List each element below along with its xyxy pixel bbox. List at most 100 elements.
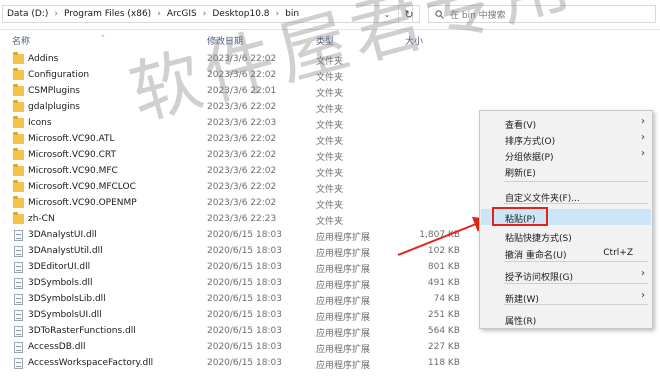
folder-row[interactable]: Microsoft.VC90.OPENMP 2023/3/6 22:02 文件夹 bbox=[0, 196, 470, 212]
menu-item[interactable]: 排序方式(O) › bbox=[481, 131, 651, 147]
breadcrumb-bin[interactable]: bin bbox=[285, 9, 299, 19]
file-date: 2020/6/15 18:03 bbox=[207, 294, 282, 304]
menu-item[interactable]: 新建(W) › bbox=[481, 289, 651, 305]
chevron-right-icon[interactable]: › bbox=[276, 9, 280, 19]
folder-icon bbox=[13, 164, 24, 176]
file-name: Configuration bbox=[28, 70, 90, 80]
chevron-right-icon: › bbox=[641, 116, 645, 127]
dll-file-icon bbox=[14, 326, 23, 337]
file-size: 251 KB bbox=[427, 310, 460, 320]
file-date: 2023/3/6 22:02 bbox=[207, 54, 277, 64]
breadcrumb-drive[interactable]: Data (D:) bbox=[7, 9, 48, 19]
file-date: 2023/3/6 22:02 bbox=[207, 198, 277, 208]
folder-icon bbox=[13, 68, 24, 80]
file-row[interactable]: AccessWorkspaceFactory.dll 2020/6/15 18:0… bbox=[0, 356, 470, 372]
folder-row[interactable]: Microsoft.VC90.MFC 2023/3/6 22:02 文件夹 bbox=[0, 164, 470, 180]
breadcrumb[interactable]: Data (D:) › Program Files (x86) › ArcGIS… bbox=[2, 5, 413, 23]
file-row[interactable]: 3DSymbols.dll 2020/6/15 18:03 应用程序扩展 491 KB bbox=[0, 276, 470, 292]
menu-separator bbox=[504, 283, 648, 284]
file-name: gdalplugins bbox=[28, 102, 80, 112]
chevron-right-icon: › bbox=[641, 148, 645, 159]
dll-file-icon bbox=[14, 294, 23, 305]
refresh-button[interactable]: ↻ bbox=[398, 5, 420, 23]
folder-row[interactable]: gdalplugins 2023/3/6 22:02 文件夹 bbox=[0, 100, 470, 116]
file-row[interactable]: 3DAnalystUI.dll 2020/6/15 18:03 应用程序扩展 1,80… bbox=[0, 228, 470, 244]
chevron-right-icon[interactable]: › bbox=[157, 9, 161, 19]
file-row[interactable]: 3DAnalystUtil.dll 2020/6/15 18:03 应用程序扩展 10… bbox=[0, 244, 470, 260]
dll-file-icon bbox=[14, 278, 23, 289]
file-row[interactable]: 3DEditorUI.dll 2020/6/15 18:03 应用程序扩展 801 K… bbox=[0, 260, 470, 276]
folder-row[interactable]: Configuration 2023/3/6 22:02 文件夹 bbox=[0, 68, 470, 84]
menu-item-label: 刷新(E) bbox=[505, 169, 536, 179]
file-size: 491 KB bbox=[427, 278, 460, 288]
file-type: 应用程序扩展 bbox=[316, 313, 371, 323]
file-row[interactable]: 3DSymbolsLib.dll 2020/6/15 18:03 应用程序扩展 74 … bbox=[0, 292, 470, 308]
chevron-right-icon: › bbox=[641, 290, 645, 301]
chevron-right-icon[interactable]: › bbox=[54, 9, 58, 19]
file-name: AccessWorkspaceFactory.dll bbox=[28, 358, 154, 368]
file-type: 文件夹 bbox=[316, 137, 344, 147]
menu-item-label: 授予访问权限(G) bbox=[505, 273, 573, 283]
file-type: 文件夹 bbox=[316, 153, 344, 163]
file-date: 2020/6/15 18:03 bbox=[207, 230, 282, 240]
file-date: 2020/6/15 18:03 bbox=[207, 342, 282, 352]
folder-icon bbox=[13, 52, 24, 64]
breadcrumb-arcgis[interactable]: ArcGIS bbox=[167, 9, 197, 19]
folder-row[interactable]: Addins 2023/3/6 22:02 文件夹 bbox=[0, 52, 470, 68]
file-type: 应用程序扩展 bbox=[316, 345, 371, 355]
menu-item[interactable]: 分组依据(P) › bbox=[481, 147, 651, 163]
file-row[interactable]: 3DSymbolsUI.dll 2020/6/15 18:03 应用程序扩展 251 … bbox=[0, 308, 470, 324]
file-type: 文件夹 bbox=[316, 217, 344, 227]
folder-row[interactable]: Microsoft.VC90.ATL 2023/3/6 22:02 文件夹 bbox=[0, 132, 470, 148]
column-name[interactable]: 名称 bbox=[12, 34, 30, 47]
file-date: 2023/3/6 22:03 bbox=[207, 118, 277, 128]
folder-row[interactable]: Microsoft.VC90.MFCLOC 2023/3/6 22:02 文件夹 bbox=[0, 180, 470, 196]
file-type: 应用程序扩展 bbox=[316, 265, 371, 275]
menu-item-label: 分组依据(P) bbox=[505, 153, 554, 163]
menu-separator bbox=[504, 203, 648, 204]
breadcrumb-desktop[interactable]: Desktop10.8 bbox=[212, 9, 269, 19]
folder-row[interactable]: CSMPlugins 2023/3/6 22:01 文件夹 bbox=[0, 84, 470, 100]
folder-icon bbox=[13, 196, 24, 208]
file-name: AccessDB.dll bbox=[28, 342, 86, 352]
menu-item[interactable]: 粘贴快捷方式(S) bbox=[481, 228, 651, 244]
menu-item[interactable]: 刷新(E) bbox=[481, 163, 651, 179]
menu-item[interactable]: 授予访问权限(G) › bbox=[481, 267, 651, 283]
dll-file-icon bbox=[14, 230, 23, 241]
folder-row[interactable]: zh-CN 2023/3/6 22:23 文件夹 bbox=[0, 212, 470, 228]
file-name: Icons bbox=[28, 118, 52, 128]
file-type: 应用程序扩展 bbox=[316, 329, 371, 339]
column-size[interactable]: 大小 bbox=[405, 34, 423, 47]
menu-item-label: 查看(V) bbox=[505, 121, 537, 131]
search-input[interactable]: 在 bin 中搜索 bbox=[428, 5, 656, 23]
file-date: 2023/3/6 22:02 bbox=[207, 182, 277, 192]
menu-item[interactable]: 自定义文件夹(F)... bbox=[481, 188, 651, 204]
folder-icon bbox=[13, 132, 24, 144]
dll-file-icon bbox=[14, 342, 23, 353]
menu-item[interactable]: 属性(R) bbox=[481, 311, 651, 327]
folder-icon bbox=[13, 100, 24, 112]
file-date: 2020/6/15 18:03 bbox=[207, 262, 282, 272]
file-type: 文件夹 bbox=[316, 201, 344, 211]
address-bar: Data (D:) › Program Files (x86) › ArcGIS… bbox=[0, 0, 660, 30]
column-type[interactable]: 类型 bbox=[316, 34, 334, 47]
file-type: 文件夹 bbox=[316, 105, 344, 115]
menu-item[interactable]: 撤消 重命名(U) Ctrl+Z bbox=[481, 245, 651, 261]
chevron-right-icon[interactable]: › bbox=[203, 9, 207, 19]
file-name: 3DAnalystUI.dll bbox=[28, 230, 97, 240]
chevron-down-icon[interactable]: ⌄ bbox=[379, 5, 395, 23]
menu-separator bbox=[504, 261, 648, 262]
column-modified[interactable]: 修改日期 bbox=[207, 34, 243, 47]
folder-icon bbox=[13, 84, 24, 96]
file-type: 应用程序扩展 bbox=[316, 281, 371, 291]
folder-row[interactable]: Microsoft.VC90.CRT 2023/3/6 22:02 文件夹 bbox=[0, 148, 470, 164]
file-row[interactable]: 3DToRasterFunctions.dll 2020/6/15 18:03 应用… bbox=[0, 324, 470, 340]
menu-item[interactable]: 查看(V) › bbox=[481, 115, 651, 131]
breadcrumb-program-files[interactable]: Program Files (x86) bbox=[64, 9, 151, 19]
dll-file-icon bbox=[14, 262, 23, 273]
file-row[interactable]: AccessDB.dll 2020/6/15 18:03 应用程序扩展 227 KB bbox=[0, 340, 470, 356]
file-date: 2023/3/6 22:02 bbox=[207, 70, 277, 80]
folder-row[interactable]: Icons 2023/3/6 22:03 文件夹 bbox=[0, 116, 470, 132]
folder-icon bbox=[13, 180, 24, 192]
file-size: 801 KB bbox=[427, 262, 460, 272]
